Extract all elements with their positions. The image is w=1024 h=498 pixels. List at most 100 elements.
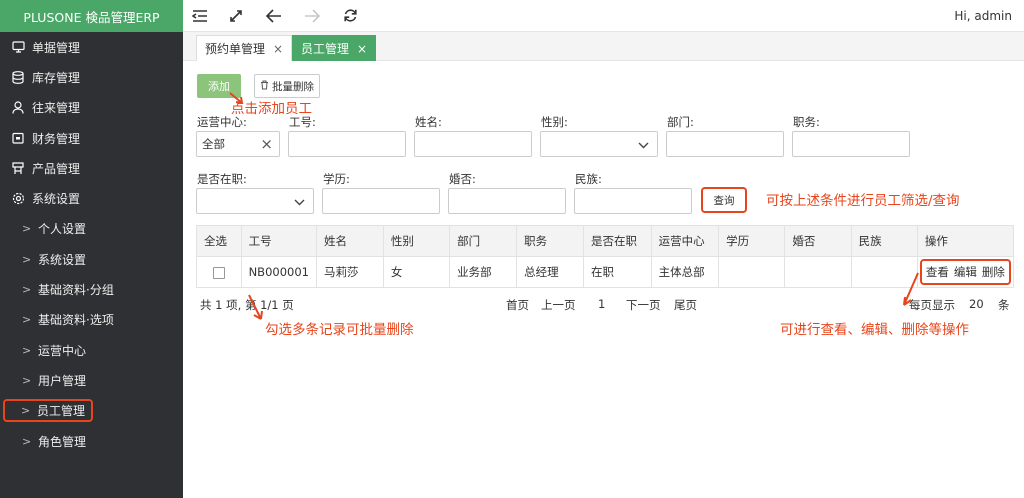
top-toolbar: Hi, admin xyxy=(183,0,1024,32)
fullscreen-button[interactable] xyxy=(217,0,255,32)
product-icon xyxy=(11,161,25,175)
emp-no-label: 工号: xyxy=(289,115,316,129)
query-button[interactable]: 查询 xyxy=(701,187,747,213)
refresh-icon xyxy=(343,9,357,22)
edit-link[interactable]: 编辑 xyxy=(954,264,977,280)
ops-center-label: 运营中心: xyxy=(197,115,247,129)
forward-button[interactable] xyxy=(293,0,331,32)
monitor-icon xyxy=(11,40,25,54)
chevron-right-icon: > xyxy=(22,343,32,357)
tab-reservations[interactable]: 预约单管理 × xyxy=(196,35,293,61)
cell-dept: 业务部 xyxy=(449,256,518,288)
menu-collapse-icon xyxy=(192,9,207,22)
education-input[interactable] xyxy=(322,188,440,214)
close-icon[interactable]: × xyxy=(357,42,367,56)
sidebar-subitem-label: 角色管理 xyxy=(38,434,87,449)
chevron-right-icon: > xyxy=(22,222,32,236)
sidebar-subitem-ops-center[interactable]: > 运营中心 xyxy=(0,335,183,365)
back-button[interactable] xyxy=(255,0,293,32)
sidebar-item-label: 财务管理 xyxy=(32,131,81,146)
sidebar-item-label: 单据管理 xyxy=(32,40,81,55)
sidebar: PLUSONE 検品管理ERP 单据管理 库存管理 往来管理 财务管理 产品管理… xyxy=(0,0,183,498)
sidebar-item-contacts[interactable]: 往来管理 xyxy=(0,93,183,123)
chevron-down-icon xyxy=(638,138,649,152)
position-input[interactable] xyxy=(792,131,910,157)
sidebar-subitem-base-groups[interactable]: > 基础资料·分组 xyxy=(0,274,183,304)
database-icon xyxy=(11,70,25,84)
batch-delete-button[interactable]: 批量删除 xyxy=(254,74,320,98)
column-header: 婚否 xyxy=(784,225,852,257)
tab-bar: 预约单管理 × 员工管理 × xyxy=(183,32,1024,61)
user-greeting[interactable]: Hi, admin xyxy=(954,9,1012,23)
pager-prev[interactable]: 上一页 xyxy=(541,297,576,313)
sidebar-item-finance[interactable]: 财务管理 xyxy=(0,123,183,153)
employee-table: 全选 工号 姓名 性别 部门 职务 是否在职 运营中心 学历 婚否 民族 操作 … xyxy=(196,225,1015,288)
sidebar-subitem-label: 基础资料·分组 xyxy=(38,283,114,298)
sidebar-item-label: 产品管理 xyxy=(32,161,81,176)
cell-operations: 查看 编辑 删除 xyxy=(916,256,1015,288)
column-header: 民族 xyxy=(850,225,918,257)
employed-label: 是否在职: xyxy=(197,172,247,186)
close-icon[interactable]: × xyxy=(273,42,283,56)
dept-input[interactable] xyxy=(666,131,784,157)
gender-label: 性别: xyxy=(541,115,568,129)
user-icon xyxy=(11,101,25,115)
gender-select[interactable] xyxy=(540,131,658,157)
refresh-button[interactable] xyxy=(331,0,369,32)
select-all-header[interactable]: 全选 xyxy=(196,225,242,257)
operations-group: 查看 编辑 删除 xyxy=(919,259,1011,285)
name-input[interactable] xyxy=(414,131,532,157)
collapse-menu-button[interactable] xyxy=(183,0,217,32)
sidebar-subitem-employees[interactable]: > 员工管理 xyxy=(0,396,183,426)
row-select-cell xyxy=(196,256,242,288)
annotation-batch: 勾选多条记录可批量删除 xyxy=(265,322,414,338)
tab-employees[interactable]: 员工管理 × xyxy=(292,35,377,61)
sidebar-subitem-users[interactable]: > 用户管理 xyxy=(0,365,183,395)
cell-gender: 女 xyxy=(382,256,451,288)
gear-icon xyxy=(11,192,25,206)
chevron-right-icon: > xyxy=(22,313,32,327)
chevron-right-icon: > xyxy=(21,404,31,418)
dept-label: 部门: xyxy=(667,115,694,129)
chevron-right-icon: > xyxy=(22,283,32,297)
sidebar-subitem-personal[interactable]: > 个人设置 xyxy=(0,214,183,244)
sidebar-item-label: 库存管理 xyxy=(32,70,81,85)
sidebar-subitem-system[interactable]: > 系统设置 xyxy=(0,244,183,274)
per-page-value[interactable]: 20 xyxy=(969,297,984,311)
pager-first[interactable]: 首页 xyxy=(506,297,529,313)
ethnicity-input[interactable] xyxy=(574,188,692,214)
ops-center-input[interactable]: 全部 × xyxy=(196,131,280,157)
column-header: 工号 xyxy=(240,225,317,257)
sidebar-item-inventory[interactable]: 库存管理 xyxy=(0,62,183,92)
column-header: 姓名 xyxy=(315,225,384,257)
cell-education xyxy=(718,256,786,288)
sidebar-subitem-base-options[interactable]: > 基础资料·选项 xyxy=(0,305,183,335)
married-input[interactable] xyxy=(448,188,566,214)
wallet-icon xyxy=(11,131,25,145)
row-checkbox[interactable] xyxy=(212,266,225,279)
cell-employed: 在职 xyxy=(583,256,652,288)
sidebar-item-system-settings[interactable]: 系统设置 xyxy=(0,183,183,213)
expand-icon xyxy=(230,9,242,22)
pager-last[interactable]: 尾页 xyxy=(674,297,697,313)
arrow-left-icon xyxy=(266,8,281,23)
delete-link[interactable]: 删除 xyxy=(982,264,1005,280)
column-header: 性别 xyxy=(382,225,451,257)
per-page-unit: 条 xyxy=(998,298,1010,312)
sidebar-item-products[interactable]: 产品管理 xyxy=(0,153,183,183)
table-header-row: 全选 工号 姓名 性别 部门 职务 是否在职 运营中心 学历 婚否 民族 操作 xyxy=(196,225,1015,257)
pager-current[interactable]: 1 xyxy=(598,297,605,311)
clear-icon[interactable]: × xyxy=(260,135,273,153)
cell-position: 总经理 xyxy=(516,256,584,288)
view-link[interactable]: 查看 xyxy=(926,264,949,280)
sidebar-subitem-roles[interactable]: > 角色管理 xyxy=(0,426,183,456)
pager-next[interactable]: 下一页 xyxy=(626,297,661,313)
emp-no-input[interactable] xyxy=(288,131,406,157)
sidebar-subitem-label: 基础资料·选项 xyxy=(38,313,114,328)
column-header: 学历 xyxy=(718,225,786,257)
ethnicity-label: 民族: xyxy=(575,172,602,186)
chevron-down-icon xyxy=(294,195,305,209)
employed-select[interactable] xyxy=(196,188,314,214)
sidebar-subitem-label: 运营中心 xyxy=(38,343,87,358)
sidebar-item-documents[interactable]: 单据管理 xyxy=(0,32,183,62)
